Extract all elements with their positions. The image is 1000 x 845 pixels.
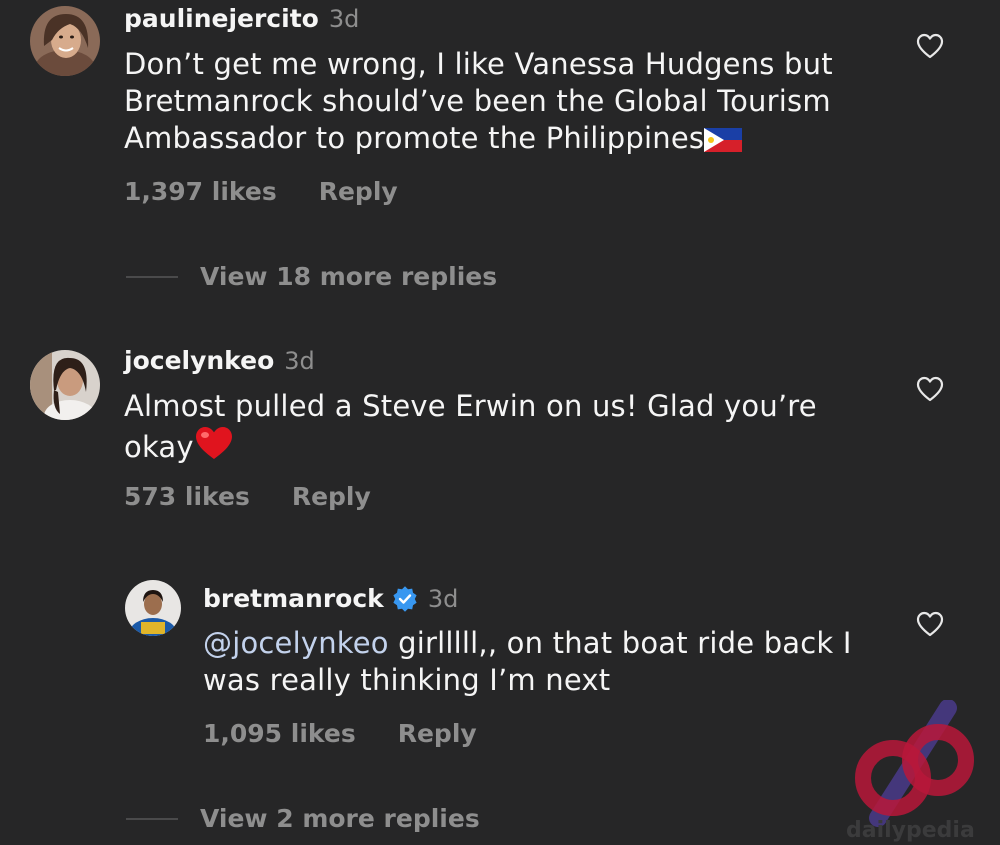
like-heart-icon[interactable]	[916, 33, 944, 59]
view-replies-label: View 18 more replies	[200, 262, 498, 291]
like-heart-icon[interactable]	[916, 611, 944, 637]
comment-text: Almost pulled a Steve Erwin on us! Glad …	[124, 388, 844, 470]
verified-badge-icon	[392, 585, 418, 612]
view-replies-button[interactable]: View 2 more replies	[126, 804, 480, 833]
timestamp: 3d	[284, 347, 315, 375]
avatar[interactable]	[30, 350, 100, 420]
red-heart-icon	[194, 425, 234, 470]
username[interactable]: bretmanrock	[203, 584, 384, 613]
like-heart-icon[interactable]	[916, 376, 944, 402]
philippines-flag-icon	[704, 124, 743, 161]
watermark-text: dailypedia	[846, 818, 975, 843]
avatar[interactable]	[30, 6, 100, 76]
timestamp: 3d	[427, 585, 459, 613]
view-replies-button[interactable]: View 18 more replies	[126, 262, 497, 291]
view-replies-label: View 2 more replies	[200, 804, 480, 833]
username[interactable]: jocelynkeo	[124, 346, 274, 375]
reply-button[interactable]: Reply	[319, 177, 398, 206]
divider-line	[126, 817, 178, 820]
reply-button[interactable]: Reply	[398, 719, 477, 748]
username[interactable]: paulinejercito	[124, 4, 319, 33]
comment-text: @jocelynkeo girlllll,, on that boat ride…	[203, 626, 852, 697]
likes-count[interactable]: 1,397 likes	[124, 177, 277, 206]
avatar[interactable]	[125, 580, 181, 636]
mention-link[interactable]: @jocelynkeo	[203, 626, 389, 660]
likes-count[interactable]: 1,095 likes	[203, 719, 356, 748]
reply-button[interactable]: Reply	[292, 482, 371, 511]
divider-line	[126, 275, 178, 278]
timestamp: 3d	[328, 5, 360, 33]
likes-count[interactable]: 573 likes	[124, 482, 250, 511]
comment-text: Don’t get me wrong, I like Vanessa Hudge…	[124, 46, 844, 161]
